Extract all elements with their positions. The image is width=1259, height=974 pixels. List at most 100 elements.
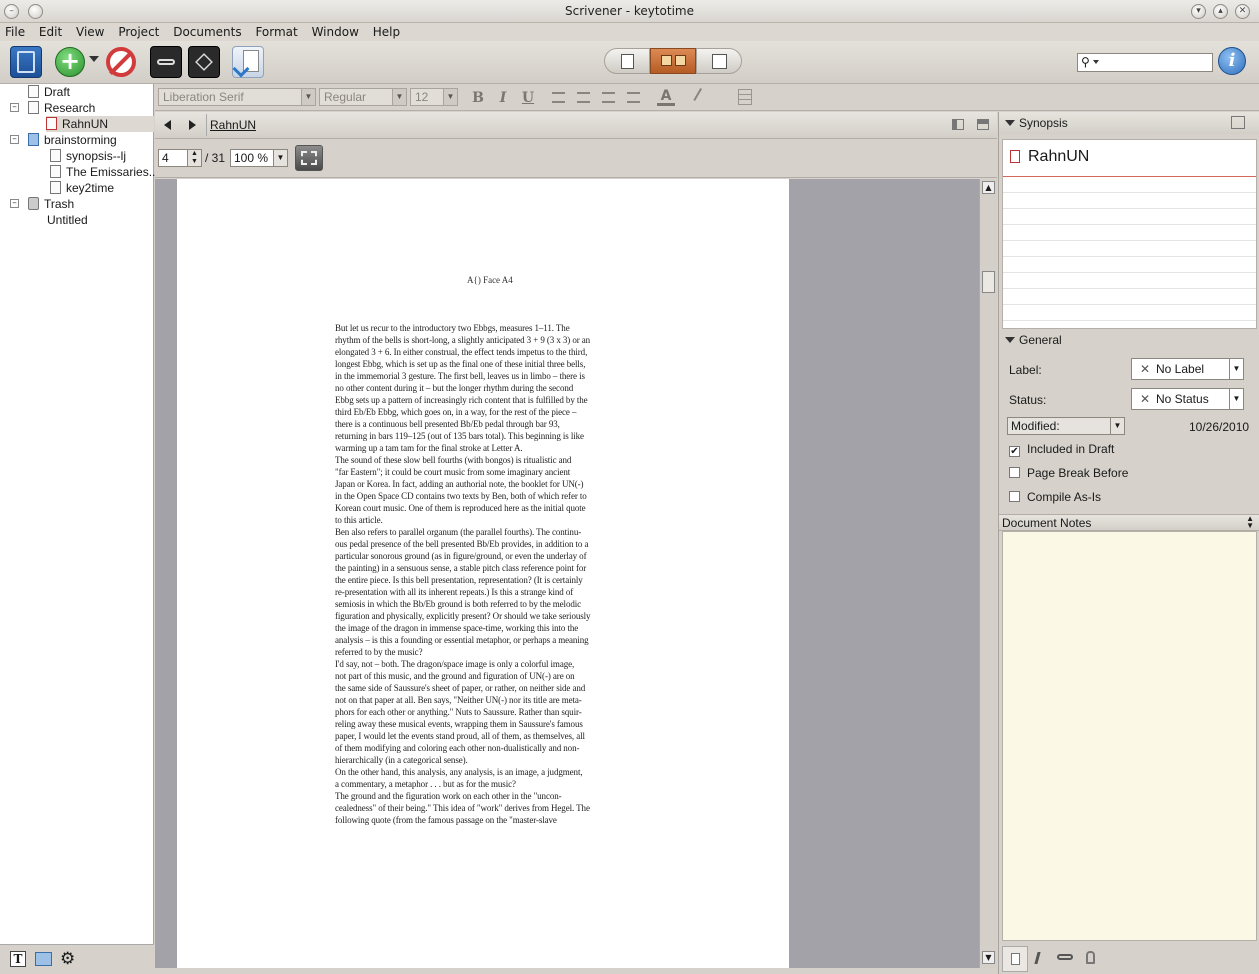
pdf-text-line: no other content during it – but the lon… — [335, 383, 574, 393]
document-notes-editor[interactable] — [1002, 531, 1257, 941]
binder-item-key2time[interactable]: key2time — [50, 180, 114, 196]
binder-item-research[interactable]: Research — [28, 100, 95, 116]
menu-edit[interactable]: Edit — [34, 23, 67, 39]
align-right-icon[interactable] — [627, 92, 640, 103]
table-icon[interactable] — [738, 89, 752, 105]
scrivenings-mode-button[interactable] — [604, 48, 650, 74]
document-icon — [50, 181, 61, 194]
scroll-up-icon[interactable]: ▲ — [982, 181, 995, 194]
compile-as-is-checkbox[interactable]: Compile As-Is — [1009, 490, 1101, 504]
pdf-text-line: rhythm of the bells is short-long, a sli… — [335, 335, 591, 345]
binder-item-brainstorming[interactable]: brainstorming — [28, 132, 117, 148]
document-icon — [50, 149, 61, 162]
align-justify-icon[interactable] — [602, 92, 615, 103]
collapse-research-icon[interactable]: – — [10, 103, 19, 112]
delete-icon[interactable] — [106, 47, 136, 77]
menu-documents[interactable]: Documents — [168, 23, 246, 39]
menu-window[interactable]: Window — [307, 23, 364, 39]
split-horizontal-icon[interactable] — [977, 119, 989, 130]
add-text-icon[interactable]: T — [10, 951, 26, 967]
align-left-icon[interactable] — [552, 92, 565, 103]
outliner-mode-button[interactable] — [696, 48, 742, 74]
notes-sort-icon[interactable]: ▲ ▼ — [1246, 515, 1254, 530]
synopsis-title[interactable]: RahnUN — [1028, 148, 1089, 166]
pdf-viewer[interactable]: A{) Face A4 But let us recur to the intr… — [155, 179, 979, 968]
italic-button[interactable]: I — [494, 89, 512, 107]
pdf-text-line: warming up a tam tam for the final strok… — [335, 443, 523, 453]
synopsis-image-icon[interactable] — [1231, 116, 1245, 129]
bold-button[interactable]: B — [469, 89, 487, 107]
text-color-icon[interactable]: A — [657, 88, 675, 106]
pdf-text-line: the entire piece. Is this bell presentat… — [335, 575, 583, 585]
page-total: / 31 — [205, 151, 226, 165]
menu-help[interactable]: Help — [368, 23, 405, 39]
binder-item-untitled[interactable]: Untitled — [47, 212, 88, 228]
compile-icon[interactable] — [232, 46, 264, 78]
scroll-down-icon[interactable]: ▼ — [982, 951, 995, 964]
document-icon — [50, 165, 61, 178]
binder-toggle-icon[interactable] — [10, 46, 42, 78]
collapse-brainstorming-icon[interactable]: – — [10, 135, 19, 144]
editor-scrollbar[interactable]: ▲ ▼ — [979, 179, 997, 968]
split-vertical-icon[interactable] — [952, 119, 964, 130]
pdf-text-line: particular sonorous ground (as in figure… — [335, 551, 587, 561]
keywords-icon[interactable] — [150, 46, 182, 78]
search-dropdown-icon[interactable] — [1093, 60, 1099, 64]
references-icon[interactable] — [1034, 952, 1048, 964]
add-dropdown-icon[interactable] — [89, 56, 99, 62]
back-arrow-icon[interactable] — [164, 120, 171, 130]
pdf-text-line: The ground and the figuration work on ea… — [335, 791, 562, 801]
settings-gear-icon[interactable]: ⚙ — [60, 949, 75, 969]
collapse-trash-icon[interactable]: – — [10, 199, 19, 208]
document-title[interactable]: RahnUN — [210, 118, 256, 132]
included-in-draft-checkbox[interactable]: ✔ Included in Draft — [1009, 442, 1114, 457]
close-button[interactable]: ✕ — [1235, 4, 1250, 19]
font-style-select[interactable]: Regular ▼ — [319, 88, 407, 106]
font-size-select[interactable]: 12 ▼ — [410, 88, 458, 106]
notes-tab[interactable] — [1002, 946, 1028, 972]
binder-item-synopsis[interactable]: synopsis--lj — [50, 148, 126, 164]
general-header[interactable]: General — [999, 329, 1259, 351]
pdf-text-line: elongated 3 + 6. In either construal, th… — [335, 347, 588, 357]
corkboard-mode-button[interactable] — [650, 48, 696, 74]
binder-item-trash[interactable]: Trash — [28, 196, 74, 212]
fullscreen-icon[interactable] — [188, 46, 220, 78]
fit-page-icon[interactable] — [295, 145, 323, 171]
synopsis-box[interactable]: RahnUN — [1002, 139, 1257, 329]
menu-project[interactable]: Project — [113, 23, 164, 39]
binder-item-draft[interactable]: Draft — [28, 84, 70, 100]
maximize-button[interactable]: ▴ — [1213, 4, 1228, 19]
forward-arrow-icon[interactable] — [189, 120, 196, 130]
pdf-icon — [1010, 150, 1020, 163]
scroll-thumb[interactable] — [982, 271, 995, 293]
underline-button[interactable]: U — [519, 89, 537, 107]
pdf-text-line: referred to by the music? — [335, 647, 423, 657]
add-folder-icon[interactable] — [35, 952, 52, 966]
binder-item-emissaries[interactable]: The Emissaries... — [50, 164, 159, 180]
menu-format[interactable]: Format — [250, 23, 302, 39]
inspector-toggle-icon[interactable]: i — [1218, 47, 1246, 75]
status-select[interactable]: ✕ No Status ▼ — [1131, 388, 1244, 410]
pdf-text-line: returning in bars 119–125 (out of 135 ba… — [335, 431, 584, 441]
menu-file[interactable]: File — [0, 23, 30, 39]
editor-header: RahnUN — [155, 112, 997, 139]
page-number-input[interactable]: 4 ▲ ▼ — [158, 149, 202, 167]
search-input[interactable]: ⚲ — [1077, 53, 1213, 72]
document-notes-header[interactable]: Document Notes ▲ ▼ — [999, 514, 1259, 531]
pdf-text-line: Ben also refers to parallel organum (the… — [335, 527, 582, 537]
align-center-icon[interactable] — [577, 92, 590, 103]
binder-item-rahnun[interactable]: RahnUN — [46, 116, 154, 132]
synopsis-header[interactable]: Synopsis — [999, 112, 1259, 134]
zoom-select[interactable]: 100 % ▼ — [230, 149, 288, 167]
add-icon[interactable]: + — [55, 47, 85, 77]
font-family-select[interactable]: Liberation Serif ▼ — [158, 88, 316, 106]
page-break-before-checkbox[interactable]: Page Break Before — [1009, 466, 1128, 480]
date-type-select[interactable]: Modified: ▼ — [1007, 417, 1125, 435]
keywords-tab-icon[interactable] — [1057, 954, 1073, 960]
minimize-button[interactable]: ▾ — [1191, 4, 1206, 19]
menu-view[interactable]: View — [71, 23, 109, 39]
snapshots-lock-icon[interactable] — [1086, 951, 1095, 964]
folder-icon — [28, 133, 39, 146]
pdf-text-line: a commentary, a metaphor . . . but as fo… — [335, 779, 516, 789]
label-select[interactable]: ✕ No Label ▼ — [1131, 358, 1244, 380]
